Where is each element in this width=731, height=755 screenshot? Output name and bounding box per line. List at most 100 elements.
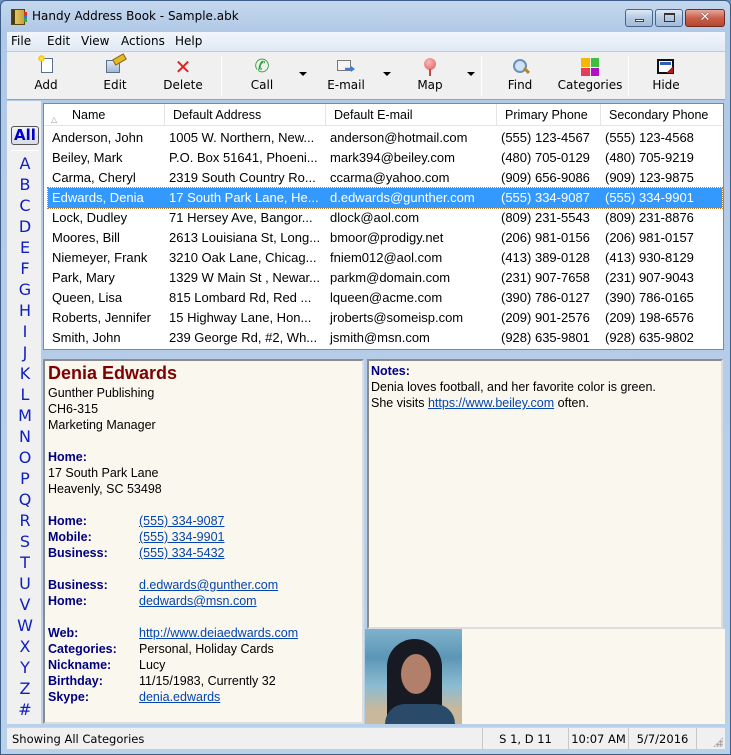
- cell-email: dlock@aol.com: [330, 210, 420, 225]
- notes-line-2: She visits https://www.beiley.com often.: [371, 396, 589, 410]
- alpha-letter-w[interactable]: W: [11, 616, 39, 636]
- close-icon: ✕: [699, 10, 711, 25]
- alpha-letter-c[interactable]: C: [11, 196, 39, 216]
- web-label: Web:: [48, 626, 79, 640]
- status-date: 5/7/2016: [628, 728, 696, 750]
- status-counts: S 1, D 11: [482, 728, 568, 750]
- alpha-letter-u[interactable]: U: [11, 574, 39, 594]
- web-link[interactable]: http://www.deiaedwards.com: [139, 626, 298, 640]
- cell-address: 71 Hersey Ave, Bangor...: [169, 210, 313, 225]
- alpha-letter-s[interactable]: S: [11, 532, 39, 552]
- column-header-secondary-phone[interactable]: Secondary Phone: [601, 104, 723, 126]
- cell-name: Roberts, Jennifer: [52, 310, 151, 325]
- alpha-letter-g[interactable]: G: [11, 280, 39, 300]
- contact-photo[interactable]: [365, 629, 462, 724]
- add-button[interactable]: Add: [15, 55, 77, 96]
- column-header-email[interactable]: Default E-mail: [326, 104, 497, 126]
- table-row[interactable]: Niemeyer, Frank 3210 Oak Lane, Chicag... f…: [48, 248, 722, 268]
- email-home-link[interactable]: dedwards@msn.com: [139, 594, 257, 608]
- alpha-all-button[interactable]: All: [11, 126, 39, 145]
- contact-list[interactable]: △ Name Default Address Default E-mail Pr…: [43, 103, 724, 350]
- phone-mobile-link[interactable]: (555) 334-9901: [139, 530, 224, 544]
- menu-actions[interactable]: Actions: [121, 34, 165, 48]
- alpha-letter-a[interactable]: A: [11, 154, 39, 174]
- table-row[interactable]: Queen, Lisa 815 Lombard Rd, Red ... lqueen…: [48, 288, 722, 308]
- alpha-letter-v[interactable]: V: [11, 595, 39, 615]
- column-header-address[interactable]: Default Address: [165, 104, 326, 126]
- alpha-letter-b[interactable]: B: [11, 175, 39, 195]
- email-dropdown-arrow[interactable]: [383, 72, 391, 76]
- alpha-letter-h[interactable]: H: [11, 301, 39, 321]
- alpha-letter-l[interactable]: L: [11, 385, 39, 405]
- close-button[interactable]: ✕: [685, 9, 725, 27]
- email-business-link[interactable]: d.edwards@gunther.com: [139, 578, 278, 592]
- maximize-button[interactable]: [655, 9, 683, 27]
- call-button[interactable]: ✆ Call: [231, 56, 293, 96]
- photo-area: [365, 629, 725, 724]
- alpha-letter-p[interactable]: P: [11, 469, 39, 489]
- menu-file[interactable]: File: [11, 34, 31, 48]
- map-dropdown-arrow[interactable]: [467, 72, 475, 76]
- delete-button[interactable]: ✕ Delete: [152, 56, 214, 96]
- menu-view[interactable]: View: [81, 34, 109, 48]
- phone-home-link[interactable]: (555) 334-9087: [139, 514, 224, 528]
- table-row[interactable]: Anderson, John 1005 W. Northern, New... an…: [48, 128, 722, 148]
- category-color-swatch: [581, 67, 590, 76]
- minimize-button[interactable]: [625, 9, 653, 27]
- alpha-letter-x[interactable]: X: [11, 637, 39, 657]
- column-header-name[interactable]: △ Name: [44, 104, 165, 126]
- alpha-letter-e[interactable]: E: [11, 238, 39, 258]
- alpha-letter-z[interactable]: Z: [11, 679, 39, 699]
- find-button[interactable]: Find: [489, 56, 551, 96]
- notes-label: Notes:: [371, 364, 410, 378]
- menu-help[interactable]: Help: [175, 34, 202, 48]
- edit-button[interactable]: Edit: [84, 56, 146, 96]
- skype-link[interactable]: denia.edwards: [139, 690, 220, 704]
- alpha-letter-q[interactable]: Q: [11, 490, 39, 510]
- menu-edit[interactable]: Edit: [47, 34, 70, 48]
- status-time: 10:07 AM: [568, 728, 628, 750]
- table-row[interactable]: Lock, Dudley 71 Hersey Ave, Bangor... dloc…: [48, 208, 722, 228]
- table-row[interactable]: Roberts, Jennifer 15 Highway Lane, Hon...…: [48, 308, 722, 328]
- notes-url-link[interactable]: https://www.beiley.com: [428, 396, 554, 410]
- cell-primary-phone: (209) 901-2576: [501, 310, 590, 325]
- category-color-swatch: [590, 58, 599, 67]
- column-header-primary-phone[interactable]: Primary Phone: [497, 104, 601, 126]
- cell-email: jroberts@someisp.com: [330, 310, 464, 325]
- map-button[interactable]: Map: [399, 56, 461, 96]
- alpha-letter-f[interactable]: F: [11, 259, 39, 279]
- hide-button[interactable]: Hide: [635, 56, 697, 96]
- cell-primary-phone: (555) 123-4567: [501, 130, 590, 145]
- status-category-text: Showing All Categories: [12, 732, 145, 746]
- table-row[interactable]: Smith, John 239 George Rd, #2, Wh... jsmit…: [48, 328, 722, 348]
- table-row[interactable]: Carma, Cheryl 2319 South Country Ro... cca…: [48, 168, 722, 188]
- magnifier-icon: [511, 58, 529, 76]
- cell-name: Queen, Lisa: [52, 290, 123, 305]
- alpha-letter-d[interactable]: D: [11, 217, 39, 237]
- call-dropdown-arrow[interactable]: [299, 72, 307, 76]
- cell-email: bmoor@prodigy.net: [330, 230, 444, 245]
- home-address-label: Home:: [48, 450, 87, 464]
- alpha-letter-i[interactable]: I: [11, 322, 39, 342]
- alpha-letter-hash[interactable]: #: [11, 700, 39, 720]
- categories-button[interactable]: Categories: [557, 56, 623, 96]
- alpha-letter-r[interactable]: R: [11, 511, 39, 531]
- email-button[interactable]: E-mail: [315, 56, 377, 96]
- alpha-letter-n[interactable]: N: [11, 427, 39, 447]
- phone-business-link[interactable]: (555) 334-5432: [139, 546, 224, 560]
- table-row[interactable]: Moores, Bill 2613 Louisiana St, Long... bm…: [48, 228, 722, 248]
- title-bar[interactable]: Handy Address Book - Sample.abk ✕: [1, 1, 730, 32]
- sort-ascending-icon: △: [51, 115, 58, 124]
- alpha-letter-k[interactable]: K: [11, 364, 39, 384]
- alpha-letter-m[interactable]: M: [11, 406, 39, 426]
- alpha-letter-j[interactable]: J: [11, 343, 39, 363]
- table-row[interactable]: Beiley, Mark P.O. Box 51641, Phoeni... mar…: [48, 148, 722, 168]
- table-row[interactable]: Park, Mary 1329 W Main St , Newar... parkm…: [48, 268, 722, 288]
- alpha-letter-y[interactable]: Y: [11, 658, 39, 678]
- alpha-letter-o[interactable]: O: [11, 448, 39, 468]
- table-row-selected[interactable]: Edwards, Denia 17 South Park Lane, He... d…: [47, 187, 723, 209]
- cell-secondary-phone: (809) 231-8876: [605, 210, 694, 225]
- cell-secondary-phone: (480) 705-9219: [605, 150, 694, 165]
- alpha-letter-t[interactable]: T: [11, 553, 39, 573]
- cell-secondary-phone: (231) 907-9043: [605, 270, 694, 285]
